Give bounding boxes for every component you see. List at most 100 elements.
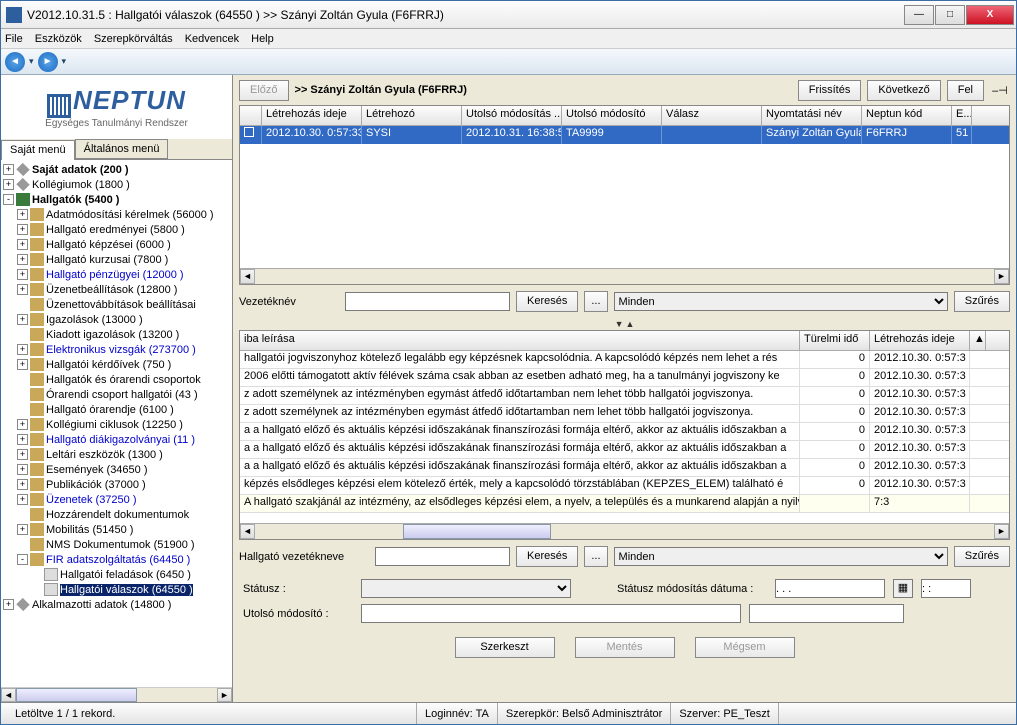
lastmod-input[interactable] bbox=[361, 604, 741, 623]
tree-item[interactable]: Hallgatók és órarendi csoportok bbox=[3, 372, 230, 387]
grid-scroll-right-icon[interactable]: ► bbox=[994, 269, 1009, 284]
menu-roleswitch[interactable]: Szerepkörváltás bbox=[94, 33, 173, 45]
tree-expand-icon[interactable]: + bbox=[17, 239, 28, 250]
detail-row[interactable]: képzés elsődleges képzési elem kötelező … bbox=[240, 477, 1009, 495]
detail-row[interactable]: a a hallgató előző és aktuális képzési i… bbox=[240, 441, 1009, 459]
column-header[interactable]: iba leírása bbox=[240, 331, 800, 350]
column-header[interactable]: Nyomtatási név bbox=[762, 106, 862, 125]
titlebar[interactable]: V2012.10.31.5 : Hallgatói válaszok (6455… bbox=[1, 1, 1016, 29]
column-header[interactable]: Utolsó módosítás ... bbox=[462, 106, 562, 125]
tree-expand-icon[interactable]: + bbox=[17, 254, 28, 265]
status-time-input[interactable] bbox=[921, 579, 971, 598]
top-grid[interactable]: Létrehozás idejeLétrehozóUtolsó módosítá… bbox=[239, 105, 1010, 285]
calendar-icon[interactable]: ▦ bbox=[893, 579, 913, 598]
grid-scroll-left-icon[interactable]: ◄ bbox=[240, 269, 255, 284]
tree-item[interactable]: -FIR adatszolgáltatás (64450 ) bbox=[3, 552, 230, 567]
tree-item[interactable]: +Hallgató eredményei (5800 ) bbox=[3, 222, 230, 237]
search1-filter-button[interactable]: Szűrés bbox=[954, 291, 1010, 312]
close-button[interactable]: X bbox=[966, 5, 1014, 25]
next-button[interactable]: Következő bbox=[867, 80, 940, 101]
tree-item[interactable]: +Saját adatok (200 ) bbox=[3, 162, 230, 177]
tree-item[interactable]: +Publikációk (37000 ) bbox=[3, 477, 230, 492]
tree-expand-icon[interactable]: - bbox=[17, 554, 28, 565]
tree-expand-icon[interactable]: + bbox=[17, 479, 28, 490]
detail-row[interactable]: a a hallgató előző és aktuális képzési i… bbox=[240, 423, 1009, 441]
tree-item[interactable]: +Alkalmazotti adatok (14800 ) bbox=[3, 597, 230, 612]
tree-item[interactable]: +Hallgató diákigazolványai (11 ) bbox=[3, 432, 230, 447]
prev-button[interactable]: Előző bbox=[239, 80, 289, 101]
tree-item[interactable]: +Hallgatói kérdőívek (750 ) bbox=[3, 357, 230, 372]
tree-expand-icon[interactable]: + bbox=[17, 359, 28, 370]
tree-item[interactable]: +Leltári eszközök (1300 ) bbox=[3, 447, 230, 462]
column-header[interactable]: Neptun kód bbox=[862, 106, 952, 125]
tree-expand-icon[interactable]: + bbox=[3, 179, 14, 190]
detail-scroll-right-icon[interactable]: ► bbox=[994, 524, 1009, 539]
tree-expand-icon[interactable]: + bbox=[17, 314, 28, 325]
tree-expand-icon[interactable]: + bbox=[17, 344, 28, 355]
tree-item[interactable]: +Hallgató kurzusai (7800 ) bbox=[3, 252, 230, 267]
lastmod-input-2[interactable] bbox=[749, 604, 904, 623]
menu-help[interactable]: Help bbox=[251, 33, 274, 45]
search2-filter-button[interactable]: Szűrés bbox=[954, 546, 1010, 567]
tree-expand-icon[interactable]: - bbox=[3, 194, 14, 205]
grid-row[interactable]: 2012.10.30. 0:57:33SYSI2012.10.31. 16:38… bbox=[240, 126, 1009, 144]
tree-item[interactable]: NMS Dokumentumok (51900 ) bbox=[3, 537, 230, 552]
detail-row[interactable]: a a hallgató előző és aktuális képzési i… bbox=[240, 459, 1009, 477]
detail-scroll-left-icon[interactable]: ◄ bbox=[240, 524, 255, 539]
nav-back-button[interactable]: ◄ bbox=[5, 52, 25, 72]
detail-row[interactable]: hallgatói jogviszonyhoz kötelező legaláb… bbox=[240, 351, 1009, 369]
tree-item[interactable]: +Igazolások (13000 ) bbox=[3, 312, 230, 327]
tree-item[interactable]: +Elektronikus vizsgák (273700 ) bbox=[3, 342, 230, 357]
detail-row[interactable]: A hallgató szakjánál az intézmény, az el… bbox=[240, 495, 1009, 513]
sidebar-hscroll[interactable]: ◄ ► bbox=[1, 687, 232, 702]
search2-button[interactable]: Keresés bbox=[516, 546, 578, 567]
tree-item[interactable]: Hallgató órarendje (6100 ) bbox=[3, 402, 230, 417]
maximize-button[interactable]: □ bbox=[935, 5, 965, 25]
search1-input[interactable] bbox=[345, 292, 510, 311]
scroll-up-icon[interactable]: ▲ bbox=[970, 331, 986, 350]
detail-scroll-thumb[interactable] bbox=[403, 524, 551, 539]
nav-forward-button[interactable]: ► bbox=[38, 52, 58, 72]
detail-row[interactable]: z adott személynek az intézményben egymá… bbox=[240, 387, 1009, 405]
minimize-button[interactable]: — bbox=[904, 5, 934, 25]
scroll-left-icon[interactable]: ◄ bbox=[1, 688, 16, 702]
tree-item[interactable]: +Hallgató képzései (6000 ) bbox=[3, 237, 230, 252]
tree-item[interactable]: Órarendi csoport hallgatói (43 ) bbox=[3, 387, 230, 402]
save-button[interactable]: Mentés bbox=[575, 637, 675, 658]
tree-item[interactable]: +Adatmódosítási kérelmek (56000 ) bbox=[3, 207, 230, 222]
status-date-input[interactable] bbox=[775, 579, 885, 598]
refresh-button[interactable]: Frissítés bbox=[798, 80, 862, 101]
column-header[interactable]: E... bbox=[952, 106, 972, 125]
tree-item[interactable]: +Mobilitás (51450 ) bbox=[3, 522, 230, 537]
tab-own-menu[interactable]: Saját menü bbox=[1, 140, 75, 160]
up-button[interactable]: Fel bbox=[947, 80, 984, 101]
tree-item[interactable]: +Üzenetek (37250 ) bbox=[3, 492, 230, 507]
tree-item[interactable]: Hallgatói válaszok (64550 ) bbox=[3, 582, 230, 597]
cancel-button[interactable]: Mégsem bbox=[695, 637, 795, 658]
menu-favorites[interactable]: Kedvencek bbox=[185, 33, 239, 45]
detail-row[interactable]: z adott személynek az intézményben egymá… bbox=[240, 405, 1009, 423]
tree-expand-icon[interactable]: + bbox=[17, 449, 28, 460]
search1-dots-button[interactable]: ... bbox=[584, 291, 607, 312]
tree-expand-icon[interactable]: + bbox=[17, 224, 28, 235]
search1-button[interactable]: Keresés bbox=[516, 291, 578, 312]
tree-item[interactable]: Üzenettovábbítások beállításai bbox=[3, 297, 230, 312]
tree-expand-icon[interactable]: + bbox=[17, 494, 28, 505]
tree-item[interactable]: Hallgatói feladások (6450 ) bbox=[3, 567, 230, 582]
nav-back-dropdown-icon[interactable]: ▾ bbox=[29, 56, 34, 67]
splitter[interactable]: ▼▲ bbox=[233, 318, 1016, 330]
tree-expand-icon[interactable]: + bbox=[17, 284, 28, 295]
search1-combo[interactable]: Minden bbox=[614, 292, 948, 311]
status-combo[interactable] bbox=[361, 579, 571, 598]
scroll-right-icon[interactable]: ► bbox=[217, 688, 232, 702]
column-header[interactable]: Türelmi idő bbox=[800, 331, 870, 350]
tree-expand-icon[interactable]: + bbox=[17, 524, 28, 535]
search2-dots-button[interactable]: ... bbox=[584, 546, 607, 567]
nav-tree[interactable]: +Saját adatok (200 )+Kollégiumok (1800 )… bbox=[1, 160, 232, 687]
tree-item[interactable]: Kiadott igazolások (13200 ) bbox=[3, 327, 230, 342]
tree-item[interactable]: +Üzenetbeállítások (12800 ) bbox=[3, 282, 230, 297]
tab-general-menu[interactable]: Általános menü bbox=[75, 139, 169, 159]
column-header[interactable]: Létrehozó bbox=[362, 106, 462, 125]
tree-expand-icon[interactable]: + bbox=[3, 599, 14, 610]
tree-expand-icon[interactable]: + bbox=[17, 434, 28, 445]
